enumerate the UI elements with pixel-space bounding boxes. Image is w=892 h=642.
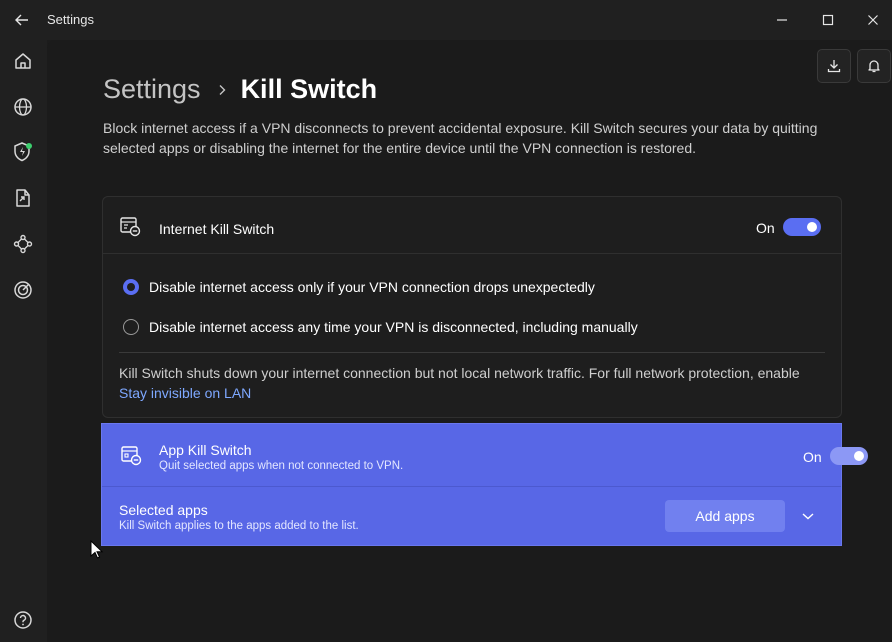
- sidebar-item-servers[interactable]: [8, 92, 38, 122]
- download-icon: [827, 60, 841, 73]
- close-icon: [868, 15, 878, 25]
- note-text: Kill Switch shuts down your internet con…: [119, 365, 800, 381]
- close-button[interactable]: [858, 6, 888, 34]
- sidebar-item-dark-web-monitor[interactable]: [8, 275, 38, 305]
- toggle-knob: [807, 222, 817, 232]
- meshnet-icon: [13, 234, 33, 254]
- toggle-knob: [854, 451, 864, 461]
- app-kill-switch-icon: [121, 446, 142, 466]
- internet-kill-switch-state: On: [756, 220, 775, 236]
- app-kill-switch-subtitle: Quit selected apps when not connected to…: [159, 460, 404, 472]
- target-icon: [14, 281, 32, 299]
- sidebar-item-threat-protection[interactable]: [8, 137, 38, 167]
- selected-apps-subtitle: Kill Switch applies to the apps added to…: [119, 520, 359, 532]
- back-button[interactable]: [8, 6, 36, 34]
- internet-kill-switch-header: Internet Kill Switch On: [103, 197, 841, 254]
- notifications-button[interactable]: [857, 49, 891, 83]
- app-kill-switch-state: On: [803, 449, 822, 465]
- split-tunnel-icon: [16, 189, 30, 207]
- minimize-button[interactable]: [767, 6, 797, 34]
- mouse-cursor-icon: [90, 540, 104, 559]
- help-icon: [14, 611, 32, 629]
- option-drop-unexpectedly[interactable]: Disable internet access only if your VPN…: [123, 279, 595, 295]
- selected-apps-title: Selected apps: [119, 502, 208, 518]
- main-panel: Settings Kill Switch Block internet acce…: [47, 40, 892, 642]
- maximize-icon: [822, 14, 834, 26]
- maximize-button[interactable]: [813, 6, 843, 34]
- bell-icon: [868, 60, 880, 73]
- app-kill-switch-card: App Kill Switch Quit selected apps when …: [101, 423, 868, 546]
- radio-unchecked[interactable]: [123, 319, 139, 335]
- sidebar: [0, 40, 47, 642]
- window-title: Settings: [47, 12, 94, 27]
- breadcrumb-settings[interactable]: Settings: [103, 74, 201, 105]
- radio-checked[interactable]: [123, 279, 139, 295]
- download-button[interactable]: [817, 49, 851, 83]
- arrow-left-icon: [15, 14, 28, 26]
- app-kill-switch-toggle[interactable]: [830, 447, 868, 465]
- help-button[interactable]: [8, 605, 38, 635]
- option-label: Disable internet access any time your VP…: [149, 319, 638, 335]
- kill-switch-note: Kill Switch shuts down your internet con…: [119, 363, 829, 403]
- title-bar: Settings: [0, 0, 892, 40]
- app-kill-switch-title: App Kill Switch: [159, 442, 252, 458]
- divider: [119, 352, 825, 353]
- sidebar-item-meshnet[interactable]: [8, 229, 38, 259]
- chevron-right-icon: [217, 84, 227, 96]
- internet-kill-switch-toggle[interactable]: [783, 218, 821, 236]
- app-kill-switch-header: App Kill Switch Quit selected apps when …: [102, 424, 868, 487]
- home-icon: [15, 53, 31, 69]
- internet-kill-switch-card: Internet Kill Switch On Disable internet…: [102, 196, 842, 418]
- page-title: Kill Switch: [240, 74, 378, 104]
- expand-selected-apps-button[interactable]: [800, 508, 816, 524]
- chevron-down-icon: [802, 513, 814, 520]
- page-description: Block internet access if a VPN disconnec…: [103, 120, 818, 156]
- breadcrumb: Settings Kill Switch: [103, 74, 377, 105]
- option-label: Disable internet access only if your VPN…: [149, 279, 595, 295]
- internet-kill-switch-title: Internet Kill Switch: [159, 221, 275, 237]
- globe-icon: [14, 98, 32, 116]
- option-any-time-disconnected[interactable]: Disable internet access any time your VP…: [123, 319, 638, 335]
- minimize-icon: [777, 19, 787, 21]
- stay-invisible-link[interactable]: Stay invisible on LAN: [119, 385, 251, 401]
- sidebar-item-home[interactable]: [8, 46, 38, 76]
- sidebar-item-split-tunneling[interactable]: [8, 183, 38, 213]
- add-apps-button[interactable]: Add apps: [665, 500, 785, 532]
- shield-icon: [14, 142, 32, 162]
- kill-switch-icon: [120, 217, 141, 237]
